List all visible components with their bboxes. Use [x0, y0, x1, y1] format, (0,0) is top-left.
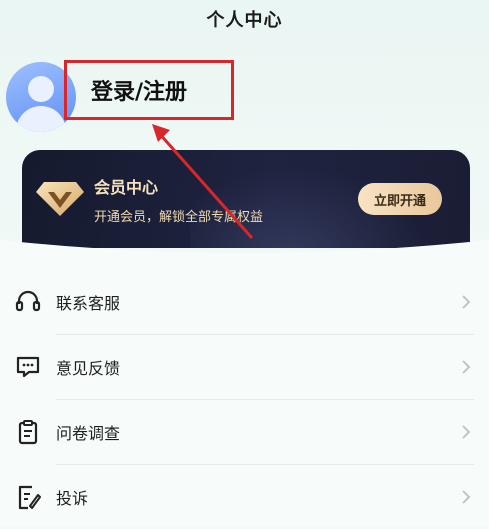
- menu-list: 联系客服 意见反馈 问卷调查 投诉: [0, 270, 489, 526]
- menu-item-label: 联系客服: [56, 294, 121, 313]
- menu-item-feedback[interactable]: 意见反馈: [0, 335, 489, 399]
- complaint-icon: [18, 485, 41, 510]
- menu-item-label: 意见反馈: [56, 359, 121, 378]
- menu-item-survey[interactable]: 问卷调查: [0, 400, 489, 464]
- clipboard-icon: [18, 420, 38, 445]
- menu-item-complaint[interactable]: 投诉: [0, 465, 489, 529]
- chevron-right-icon: [462, 490, 471, 504]
- feedback-icon: [16, 356, 40, 378]
- menu-item-label: 投诉: [56, 489, 89, 508]
- chevron-right-icon: [462, 295, 471, 309]
- headset-icon: [15, 290, 41, 312]
- menu-item-customer-service[interactable]: 联系客服: [0, 270, 489, 334]
- menu-item-label: 问卷调查: [56, 424, 121, 443]
- chevron-right-icon: [462, 425, 471, 439]
- chevron-right-icon: [462, 360, 471, 374]
